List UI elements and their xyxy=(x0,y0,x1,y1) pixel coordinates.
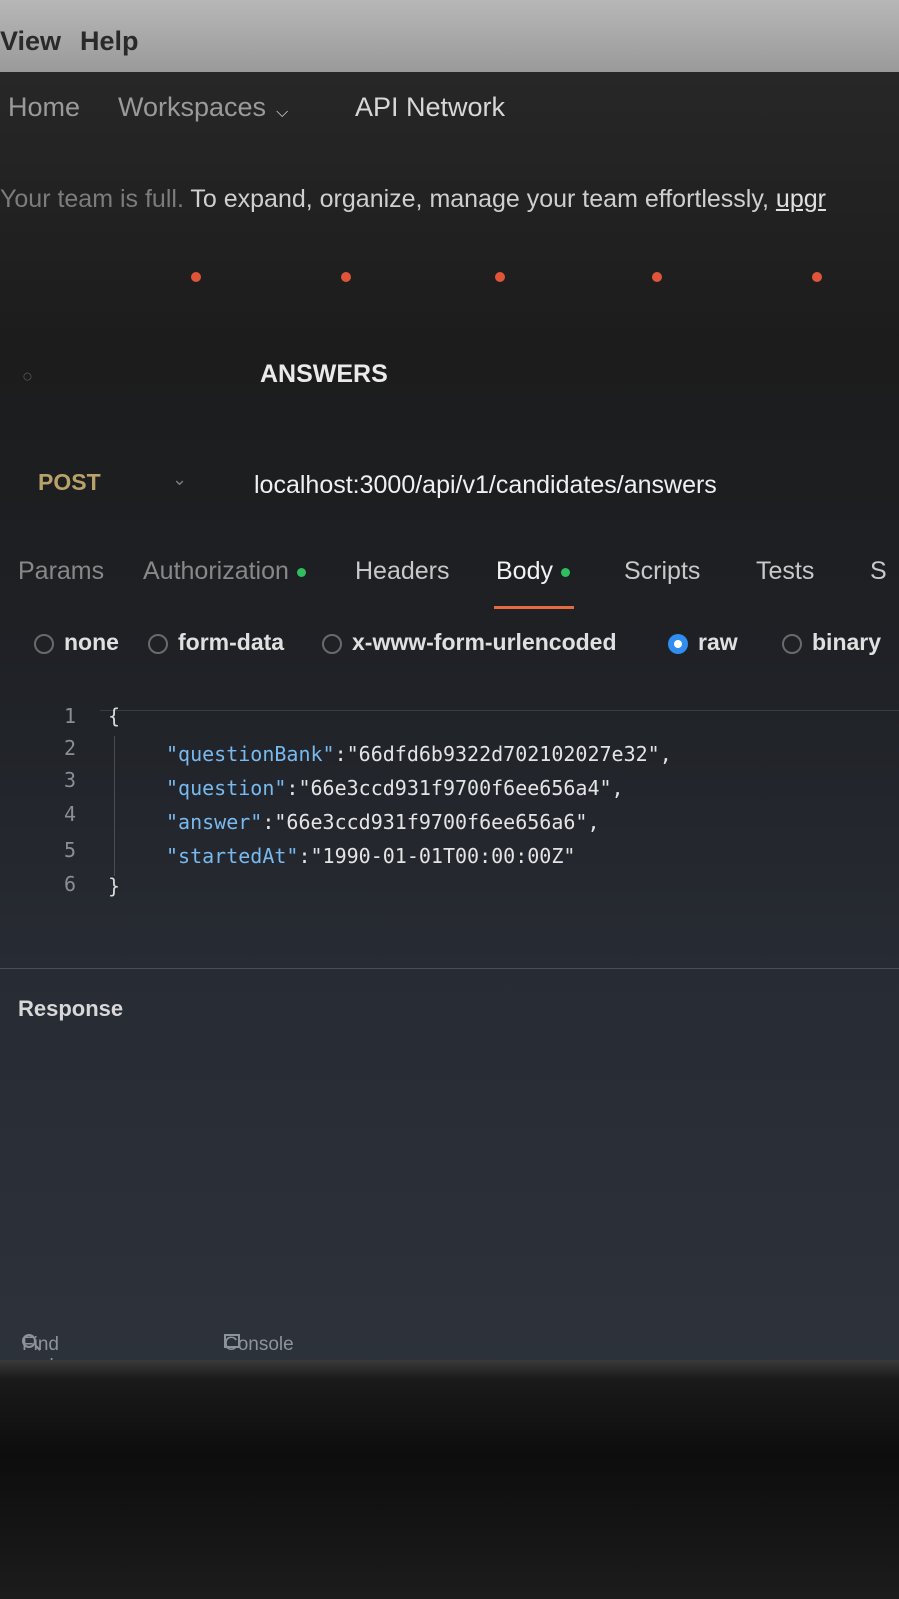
json-key: "question" xyxy=(166,776,287,800)
request-icon: ○ xyxy=(22,366,33,386)
option-label: raw xyxy=(698,629,738,655)
banner-faint-text: Your team is full. xyxy=(0,185,184,213)
active-tab-indicator xyxy=(494,606,574,609)
editor-top-border xyxy=(100,710,899,711)
status-bar: Find and replace Console xyxy=(0,1318,899,1380)
radio-icon xyxy=(322,633,342,654)
request-tabs-strip xyxy=(0,272,899,292)
nav-workspaces[interactable]: Workspaces ⌵ xyxy=(118,92,288,123)
body-type-options: none form-data x-www-form-urlencoded raw… xyxy=(0,625,899,675)
tab-body[interactable]: Body xyxy=(496,557,570,586)
method-select[interactable]: POST xyxy=(38,469,101,496)
url-bar: POST ⌄ localhost:3000/api/v1/candidates/… xyxy=(0,455,899,515)
tab-headers[interactable]: Headers xyxy=(355,557,450,586)
nav-home[interactable]: Home xyxy=(8,92,80,123)
tab-tests[interactable]: Tests xyxy=(756,557,814,586)
option-binary[interactable]: binary xyxy=(782,629,881,656)
line-number: 3 xyxy=(63,768,76,792)
tab-authorization[interactable]: Authorization xyxy=(143,557,306,586)
line-number: 1 xyxy=(63,704,76,728)
json-line: "answer":"66e3ccd931f9700f6ee656a6", xyxy=(166,810,599,834)
line-number: 4 xyxy=(63,802,76,826)
chevron-down-icon: ⌵ xyxy=(276,104,289,121)
radio-icon xyxy=(148,633,168,654)
json-key: "questionBank" xyxy=(166,742,335,766)
line-number: 5 xyxy=(63,838,76,862)
tab-scripts[interactable]: Scripts xyxy=(624,557,700,586)
request-tabs: Params Authorization Headers Body Script… xyxy=(0,555,899,615)
json-line: "startedAt":"1990-01-01T00:00:00Z" xyxy=(166,844,575,868)
team-full-banner: Your team is full. To expand, organize, … xyxy=(0,185,899,214)
code-editor[interactable]: 1 2 3 4 5 6 { "questionBank":"66dfd6b932… xyxy=(0,698,899,968)
postman-window: View Help Home Workspaces ⌵ API Network Y… xyxy=(0,0,899,1380)
line-number: 2 xyxy=(63,736,76,760)
banner-text: To expand, organize, manage your team ef… xyxy=(190,185,769,213)
json-value: "66e3ccd931f9700f6ee656a4", xyxy=(298,776,624,800)
url-input[interactable]: localhost:3000/api/v1/candidates/answers xyxy=(254,471,717,500)
radio-icon xyxy=(34,633,54,654)
radio-selected-icon xyxy=(668,633,688,654)
tab-params[interactable]: Params xyxy=(18,557,104,586)
option-form-data[interactable]: form-data xyxy=(148,629,284,656)
request-name[interactable]: ANSWERS xyxy=(260,360,388,389)
pane-divider[interactable] xyxy=(0,968,899,969)
menu-bar: View Help xyxy=(0,0,899,72)
json-line: "question":"66e3ccd931f9700f6ee656a4", xyxy=(166,776,624,800)
unsaved-dot-icon xyxy=(191,272,201,282)
json-sep: : xyxy=(298,844,311,868)
option-raw[interactable]: raw xyxy=(668,629,738,656)
tab-label: Authorization xyxy=(143,557,289,585)
json-sep: : xyxy=(286,776,299,800)
option-label: x-www-form-urlencoded xyxy=(352,629,617,655)
json-value: "66e3ccd931f9700f6ee656a6", xyxy=(274,810,600,834)
top-nav: Home Workspaces ⌵ API Network xyxy=(0,80,899,150)
status-dot-icon xyxy=(296,567,306,577)
json-key: "startedAt" xyxy=(166,844,299,868)
json-key: "answer" xyxy=(166,810,263,834)
option-label: binary xyxy=(812,629,882,655)
menu-view[interactable]: View xyxy=(0,26,61,57)
console-label: Console xyxy=(224,1334,294,1355)
unsaved-dot-icon xyxy=(652,272,662,282)
json-sep: : xyxy=(262,810,275,834)
json-sep: : xyxy=(334,742,347,766)
json-open-brace: { xyxy=(108,704,121,728)
tab-settings[interactable]: S xyxy=(870,557,887,586)
menu-help[interactable]: Help xyxy=(80,26,139,57)
indent-guide xyxy=(114,736,115,876)
status-dot-icon xyxy=(560,567,570,577)
upgrade-link[interactable]: upgr xyxy=(776,185,826,213)
option-none[interactable]: none xyxy=(34,629,119,656)
unsaved-dot-icon xyxy=(341,272,351,282)
line-number: 6 xyxy=(63,872,76,896)
radio-icon xyxy=(782,633,802,654)
json-value: "66dfd6b9322d702102027e32", xyxy=(346,742,672,766)
option-urlencoded[interactable]: x-www-form-urlencoded xyxy=(322,629,617,656)
unsaved-dot-icon xyxy=(812,272,822,282)
json-line: "questionBank":"66dfd6b9322d702102027e32… xyxy=(166,742,672,766)
nav-api-network[interactable]: API Network xyxy=(355,92,505,123)
laptop-bezel xyxy=(0,1360,899,1599)
response-label: Response xyxy=(18,996,124,1021)
json-value: "1990-01-01T00:00:00Z" xyxy=(310,844,576,868)
chevron-down-icon[interactable]: ⌄ xyxy=(172,469,187,490)
json-close-brace: } xyxy=(108,874,121,898)
option-label: none xyxy=(64,629,119,655)
option-label: form-data xyxy=(178,629,285,655)
unsaved-dot-icon xyxy=(495,272,505,282)
tab-label: Body xyxy=(496,557,553,585)
